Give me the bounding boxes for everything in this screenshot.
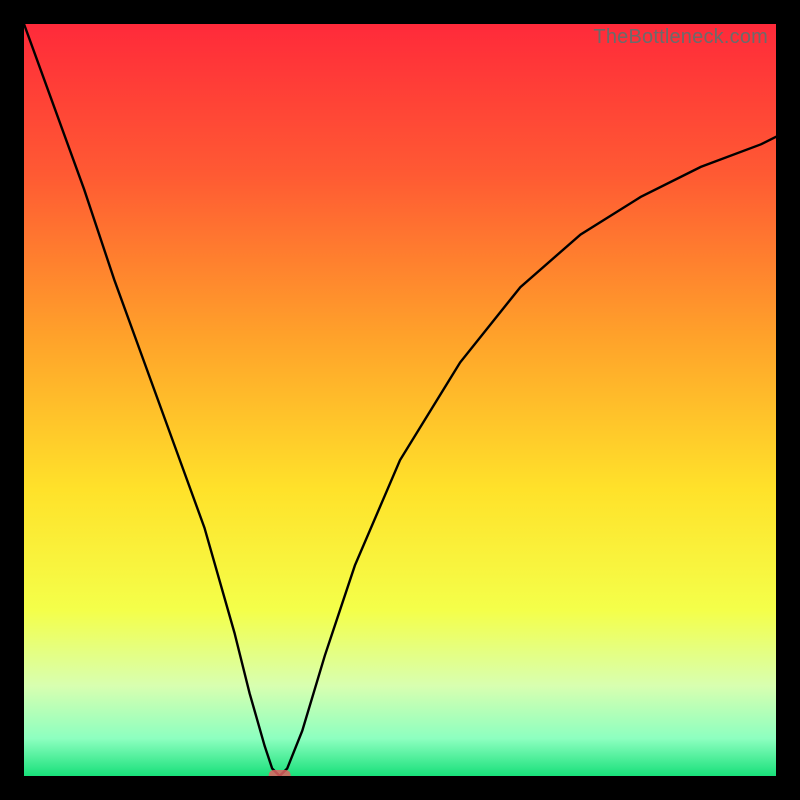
minimum-marker — [269, 770, 291, 776]
chart-frame: TheBottleneck.com — [24, 24, 776, 776]
bottleneck-chart — [24, 24, 776, 776]
gradient-background — [24, 24, 776, 776]
watermark-label: TheBottleneck.com — [593, 26, 768, 49]
